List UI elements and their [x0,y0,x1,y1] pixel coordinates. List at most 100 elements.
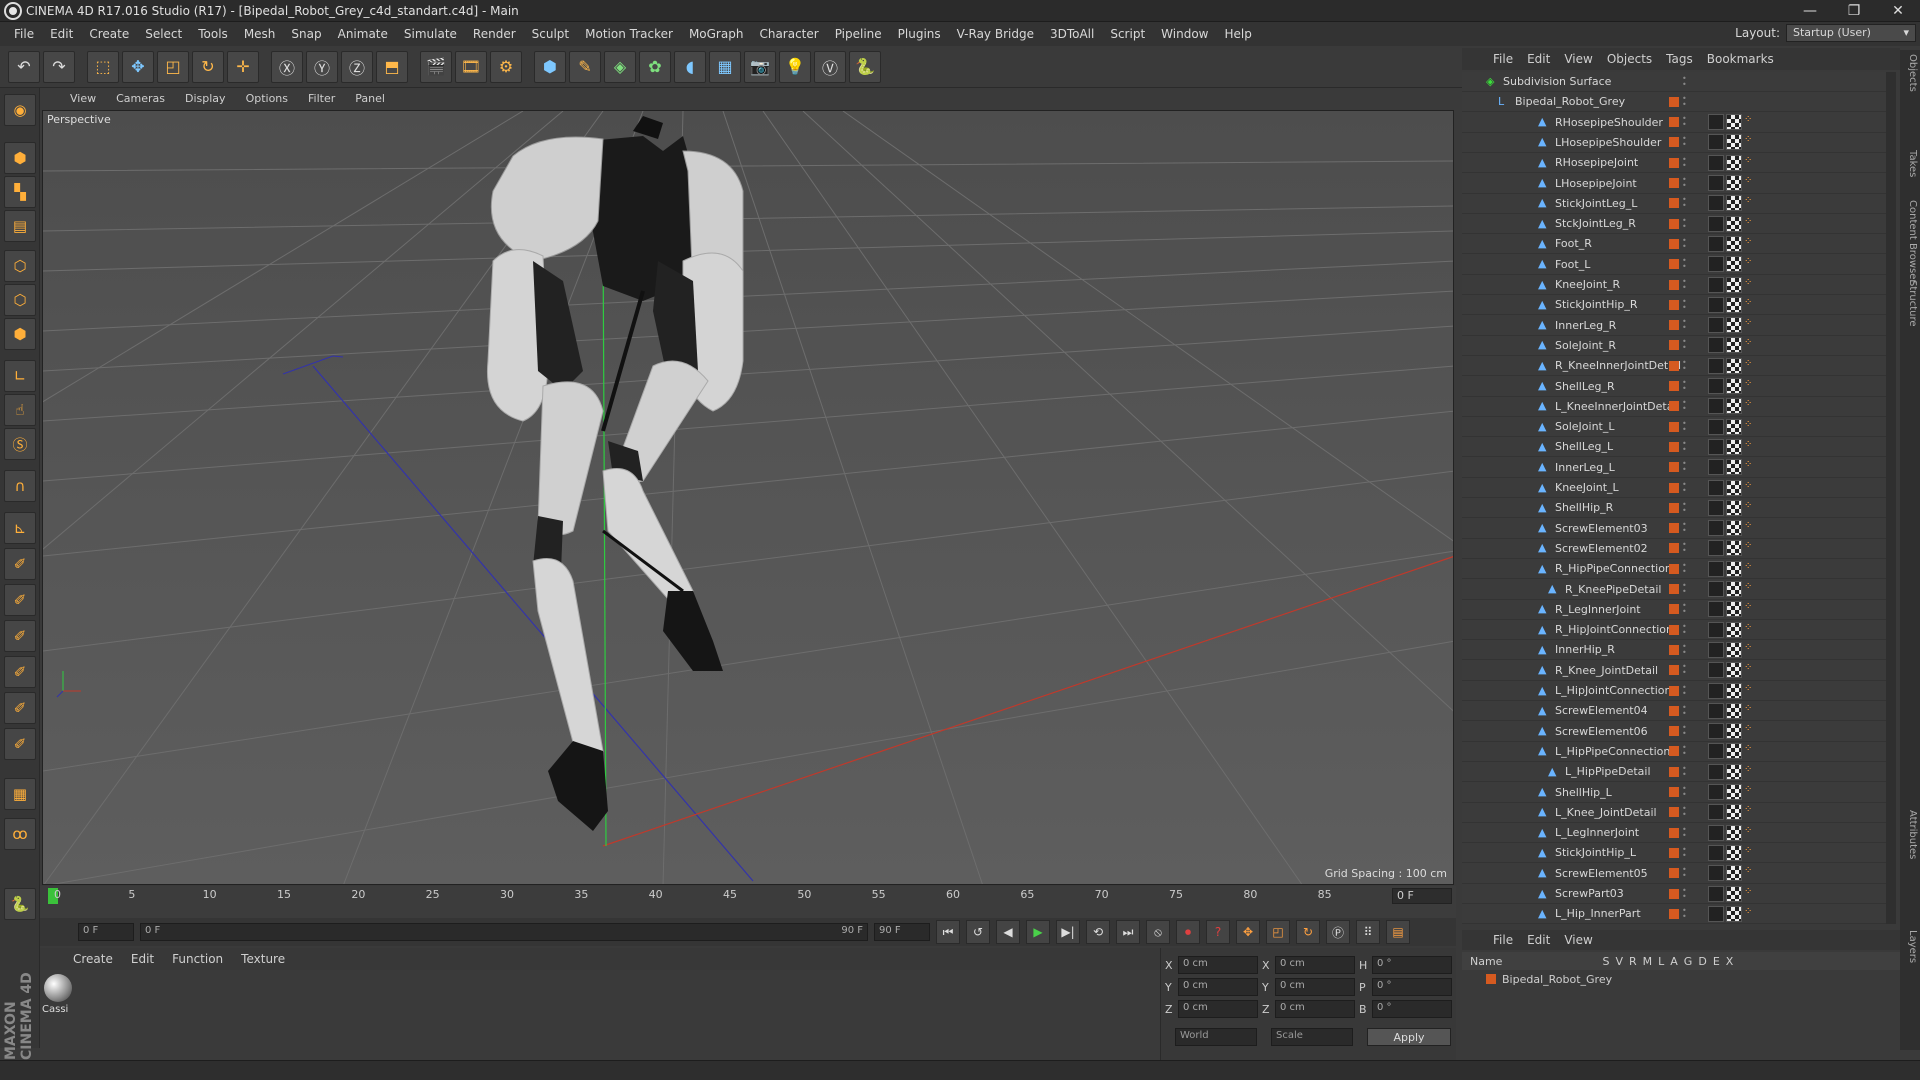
object-row[interactable]: ▲ L_HipPipeConnection • • ⁘ [1462,742,1886,762]
object-row[interactable]: ▲ Foot_L • • ⁘ [1462,255,1886,275]
object-row[interactable]: ▲ InnerHip_R • • ⁘ [1462,640,1886,661]
grid-lock-icon[interactable]: ▦ [4,778,36,810]
selection-tag-icon[interactable]: ⁘ [1744,520,1752,536]
frame-range-slider[interactable]: 0 F 90 F [140,923,868,941]
object-row[interactable]: ▲ R_HipJointConnection • • ⁘ [1462,620,1886,641]
coordinate-field[interactable]: 0 cm [1275,978,1355,996]
object-row[interactable]: ▲ KneeJoint_L • • ⁘ [1462,478,1886,498]
minimize-button[interactable]: — [1788,0,1832,22]
visibility-dots[interactable]: • • [1682,906,1687,920]
next-frame-icon[interactable]: ▶| [1056,920,1080,944]
texture-tag-icon[interactable] [1708,215,1724,232]
material-menu-item[interactable]: Function [163,952,232,966]
texture-tag-icon[interactable] [1708,438,1724,455]
record-icon[interactable]: ⏺ [1176,920,1200,944]
apply-button[interactable]: Apply [1367,1028,1451,1046]
uvw-tag-icon[interactable] [1726,235,1742,252]
uvw-tag-icon[interactable] [1726,175,1742,191]
menu-item[interactable]: Window [1153,27,1216,41]
sculpt-brush-3-icon[interactable]: ✐ [4,620,36,652]
current-frame-field[interactable]: 0 F [1392,888,1452,904]
right-tab[interactable]: Attributes [1902,810,1918,859]
coordinate-field[interactable]: 0 cm [1178,978,1258,996]
key-param-icon[interactable]: Ⓟ [1326,920,1350,944]
uvw-tag-icon[interactable] [1726,743,1742,760]
texture-tag-icon[interactable] [1708,723,1724,740]
deformer-icon[interactable]: ◖ [674,50,706,83]
visibility-dots[interactable]: • • [1682,724,1687,738]
uvw-tag-icon[interactable] [1726,702,1742,719]
visibility-dots[interactable]: • • [1682,845,1687,859]
visibility-dots[interactable]: • • [1682,500,1687,514]
layer-swatch[interactable] [1669,543,1679,554]
twist-icon[interactable]: ꝏ [4,818,36,850]
object-row[interactable]: ▲ LHosepipeShoulder • • ⁘ [1462,133,1886,153]
selection-tag-icon[interactable]: ⁘ [1744,175,1752,191]
visibility-dots[interactable]: • • [1682,460,1687,474]
uvw-tag-icon[interactable] [1726,134,1742,151]
menu-item[interactable]: V-Ray Bridge [949,27,1042,41]
uvw-tag-icon[interactable] [1726,885,1742,902]
menu-item[interactable]: Pipeline [827,27,890,41]
uvw-tag-icon[interactable] [1726,296,1742,313]
visibility-dots[interactable]: • • [1682,236,1687,250]
selection-tag-icon[interactable]: ⁘ [1744,886,1752,902]
texture-tag-icon[interactable] [1708,540,1724,557]
menu-item[interactable]: Animate [330,27,396,41]
texture-mode-icon[interactable]: ▚ [4,176,36,208]
material-menu-item[interactable]: Texture [232,952,294,966]
sculpt-brush-4-icon[interactable]: ✐ [4,656,36,688]
layer-swatch[interactable] [1669,888,1679,899]
menu-item[interactable]: Script [1102,27,1153,41]
object-row[interactable]: ▲ StickJointHip_R • • ⁘ [1462,295,1886,316]
selection-tag-icon[interactable]: ⁘ [1744,601,1752,617]
object-row[interactable]: ▲ L_HipPipeDetail • • ⁘ [1462,762,1886,783]
tweak-icon[interactable]: ☝ [4,394,36,426]
scale-icon[interactable]: ◰ [157,50,189,83]
layer-swatch[interactable] [1669,685,1679,696]
layer-swatch[interactable] [1669,117,1679,128]
menu-item[interactable]: Plugins [890,27,949,41]
layers-menu-item[interactable]: Edit [1520,933,1557,947]
texture-tag-icon[interactable] [1708,154,1724,171]
selection-tag-icon[interactable]: ⁘ [1744,561,1752,577]
selection-tag-icon[interactable]: ⁘ [1744,703,1752,719]
coordinate-field[interactable]: 0 ° [1372,1000,1452,1018]
menu-item[interactable]: Edit [42,27,81,41]
visibility-dots[interactable]: • • [1682,338,1687,352]
object-row[interactable]: ▲ R_KneePipeDetail • • ⁘ [1462,580,1886,600]
objects-menu-item[interactable]: Objects [1600,52,1659,66]
coordinate-field[interactable]: 0 cm [1275,956,1355,974]
visibility-dots[interactable]: • • [1682,196,1687,210]
selection-tag-icon[interactable]: ⁘ [1744,845,1752,861]
selection-tag-icon[interactable]: ⁘ [1744,784,1752,800]
uvw-tag-icon[interactable] [1726,804,1742,821]
goto-start-icon[interactable]: ⏮ [936,920,960,944]
visibility-dots[interactable]: • • [1682,703,1687,717]
coordinate-scale-dropdown[interactable]: Scale [1271,1028,1353,1046]
object-row[interactable]: ▲ LHosepipeJoint • • ⁘ [1462,174,1886,194]
menu-item[interactable]: Mesh [236,27,284,41]
menu-item[interactable]: Motion Tracker [577,27,681,41]
start-frame-field[interactable]: 0 F [78,923,134,941]
uvw-tag-icon[interactable] [1726,499,1742,516]
objects-menu-item[interactable]: Edit [1520,52,1557,66]
menu-item[interactable]: Render [465,27,524,41]
texture-tag-icon[interactable] [1708,195,1724,212]
render-view-icon[interactable]: 🎬 [420,50,452,83]
right-tab[interactable]: Objects [1902,54,1918,92]
layer-swatch[interactable] [1669,238,1679,249]
visibility-dots[interactable]: • • [1682,94,1687,108]
right-tab[interactable]: Structure [1902,280,1918,327]
texture-tag-icon[interactable] [1708,418,1724,435]
selection-tag-icon[interactable]: ⁘ [1744,155,1752,171]
floor-icon[interactable]: ▦ [709,50,741,83]
selection-tag-icon[interactable]: ⁘ [1744,622,1752,638]
live-selection-icon[interactable]: ⬚ [87,50,119,83]
menu-item[interactable]: Select [137,27,190,41]
selection-tag-icon[interactable]: ⁘ [1744,743,1752,759]
make-editable-icon[interactable]: ◉ [4,94,36,126]
texture-tag-icon[interactable] [1708,479,1724,496]
visibility-dots[interactable]: • • [1682,74,1687,88]
texture-tag-icon[interactable] [1708,296,1724,313]
